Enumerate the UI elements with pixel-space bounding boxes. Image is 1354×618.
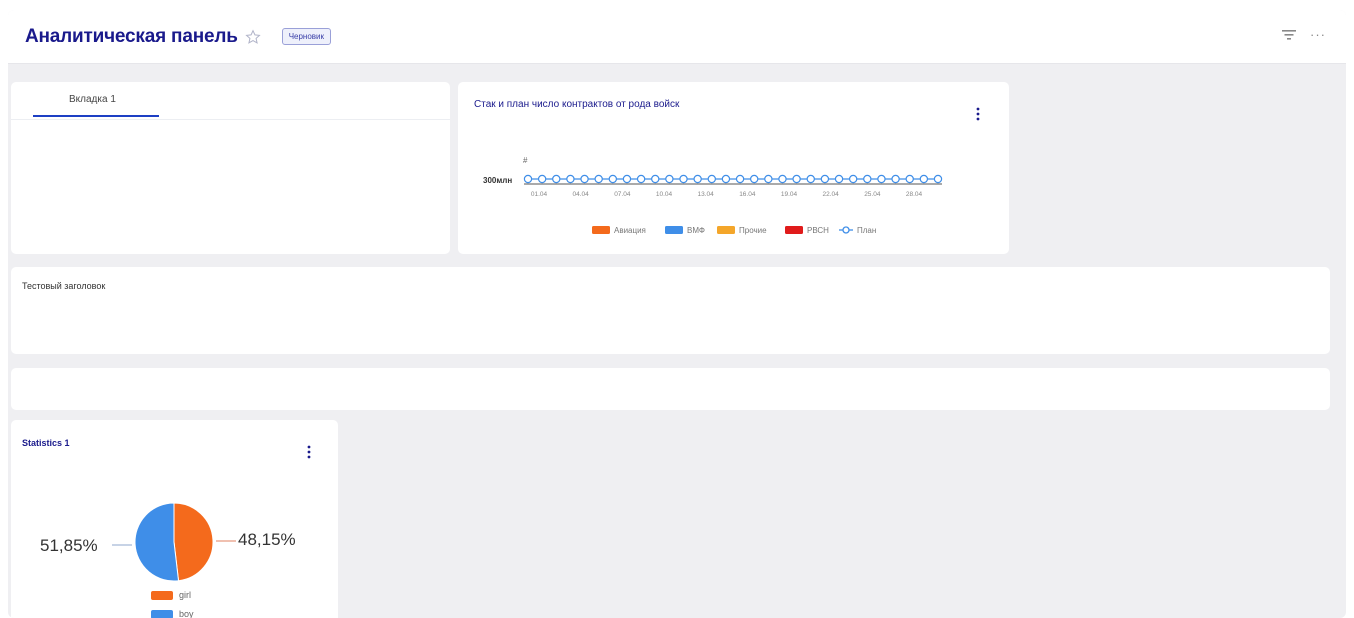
dashboard-header: Аналитическая панель Черновик ··· <box>8 10 1346 64</box>
plan-point <box>566 174 575 184</box>
plan-point <box>693 174 702 184</box>
tabs-widget: Вкладка 1 <box>11 82 450 254</box>
plan-point <box>834 174 844 184</box>
y-axis-label: # <box>523 156 528 165</box>
plan-point <box>792 174 801 184</box>
plan-point <box>552 174 561 184</box>
pie-label-boy: 51,85% <box>40 536 98 555</box>
legend-item-0: Авиация <box>592 226 646 235</box>
plan-point <box>778 174 787 184</box>
x-tick-label: 19.04 <box>781 191 798 198</box>
plan-point <box>721 174 731 184</box>
tab-bar: Вкладка 1 <box>11 82 450 120</box>
plan-point <box>636 174 646 184</box>
legend-swatch-boy <box>151 609 173 618</box>
legend-item-4: План <box>839 226 876 235</box>
plan-point <box>863 174 872 184</box>
text-widget: Тестовый заголовок <box>11 267 1330 354</box>
legend-item-2: Прочие <box>717 226 767 235</box>
x-tick-label: 01.04 <box>531 191 548 198</box>
active-tab-indicator <box>33 115 159 117</box>
x-tick-label: 13.04 <box>698 191 715 198</box>
x-tick-label: 07.04 <box>614 191 631 198</box>
plan-point <box>580 174 589 184</box>
plan-point <box>679 174 688 184</box>
legend-label: Авиация <box>614 226 646 235</box>
star-icon[interactable] <box>245 28 261 45</box>
statistics-widget: Statistics 1 51,85% 48,15% girl boy <box>11 420 338 618</box>
more-horizontal-icon[interactable]: ··· <box>1310 28 1326 41</box>
plan-point <box>651 174 660 184</box>
x-tick-label: 10.04 <box>656 191 673 198</box>
x-tick-label: 22.04 <box>823 191 840 198</box>
legend-label-boy: boy <box>179 609 194 618</box>
legend-item-3: РВСН <box>785 226 829 235</box>
legend-label: РВСН <box>807 226 829 235</box>
plan-point <box>750 174 759 184</box>
pie-chart <box>112 502 236 582</box>
plan-point <box>608 174 618 184</box>
legend-item-1: ВМФ <box>665 226 705 235</box>
plan-point <box>905 174 914 184</box>
plan-point <box>877 174 886 184</box>
plan-point <box>933 174 943 184</box>
plan-point <box>523 174 533 184</box>
legend-label-girl: girl <box>179 590 192 600</box>
x-tick-label: 16.04 <box>739 191 756 198</box>
chart-widget: Стак и план число контрактов от рода вой… <box>458 82 1009 254</box>
pie-slice-boy <box>134 502 180 582</box>
legend-label: Прочие <box>739 226 767 235</box>
legend-label: План <box>857 226 876 235</box>
plan-point <box>764 174 773 184</box>
legend-marker <box>842 226 850 234</box>
legend-label: ВМФ <box>687 226 705 235</box>
x-tick-label: 28.04 <box>906 191 923 198</box>
filter-icon[interactable] <box>1282 28 1296 42</box>
tab-1[interactable]: Вкладка 1 <box>69 94 116 105</box>
x-tick-labels: 01.04 04.04 07.04 10.04 13.04 16.04 19.04 22.04… <box>531 191 923 198</box>
legend-swatch-girl <box>151 590 173 600</box>
dashboard-canvas: Аналитическая панель Черновик ··· Вкладк… <box>8 10 1346 618</box>
plan-point <box>891 174 900 184</box>
x-tick-label: 25.04 <box>864 191 881 198</box>
text-widget-title: Тестовый заголовок <box>22 281 106 291</box>
y-tick-label: 300млн <box>483 176 512 185</box>
plan-point <box>806 174 815 184</box>
plan-point <box>820 174 830 184</box>
x-tick-label: 04.04 <box>573 191 590 198</box>
pie-slices <box>134 502 214 582</box>
pie-label-girl: 48,15% <box>238 530 296 549</box>
plan-point <box>735 174 745 184</box>
page-title: Аналитическая панель <box>25 25 238 47</box>
pie-slice-girl <box>173 502 214 582</box>
legend-swatch <box>717 226 735 234</box>
plan-point <box>848 174 858 184</box>
plan-point <box>594 174 603 184</box>
status-badge: Черновик <box>281 28 332 45</box>
plan-point <box>622 174 632 184</box>
empty-widget <box>11 368 1330 410</box>
plan-point <box>919 174 929 184</box>
legend-swatch <box>592 226 610 234</box>
series-plan <box>523 174 943 184</box>
plan-point <box>665 174 674 184</box>
legend-item-boy[interactable]: boy <box>151 609 194 618</box>
legend-item-girl[interactable]: girl <box>151 590 191 600</box>
plan-point <box>537 174 547 184</box>
line-chart: # 300млн 01.04 04.04 07.04 10.04 13.04 16.04 1… <box>483 156 943 235</box>
chart-legend: Авиация ВМФ Прочие РВСН План <box>592 226 876 235</box>
legend-swatch <box>785 226 803 234</box>
plan-point <box>707 174 716 184</box>
legend-swatch <box>665 226 683 234</box>
